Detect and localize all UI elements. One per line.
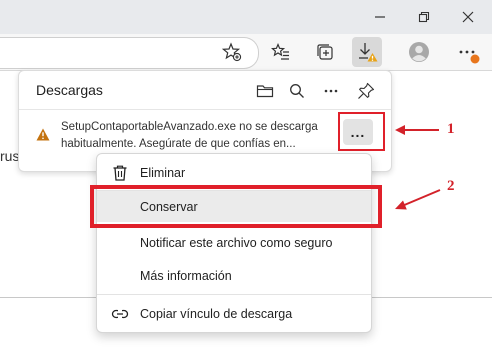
warning-icon	[36, 128, 50, 141]
favorite-add-icon	[222, 42, 242, 62]
download-context-menu: Eliminar Conservar Notificar este archiv…	[96, 153, 372, 333]
menu-item-notificar-seguro[interactable]: Notificar este archivo como seguro	[97, 228, 371, 258]
add-favorite-button[interactable]	[217, 37, 247, 67]
download-item-message-line1: SetupContaportableAvanzado.exe no se des…	[61, 121, 318, 133]
close-window-button[interactable]	[446, 0, 490, 34]
panel-divider	[19, 109, 391, 110]
favorites-icon	[271, 42, 289, 60]
downloads-more-button[interactable]	[319, 79, 343, 103]
restore-button[interactable]	[402, 0, 446, 34]
menu-divider	[97, 294, 371, 295]
pin-downloads-button[interactable]	[354, 79, 378, 103]
downloads-warning-icon	[359, 43, 378, 62]
folder-icon	[256, 85, 274, 98]
menu-item-mas-informacion[interactable]: Más información	[97, 261, 371, 291]
pin-icon	[358, 82, 375, 99]
close-icon	[462, 11, 474, 23]
warning-badge-icon	[470, 54, 480, 64]
annotation-label-2: 2	[447, 178, 455, 194]
profile-icon	[409, 42, 429, 62]
downloads-panel-title: Descargas	[36, 82, 103, 98]
minimize-button[interactable]	[358, 0, 402, 34]
collections-button[interactable]	[310, 37, 340, 67]
download-item-message-line2: habitualmente. Asegúrate de que confías …	[61, 138, 296, 150]
search-icon	[290, 84, 304, 98]
menu-item-copiar-vinculo[interactable]: Copiar vínculo de descarga	[97, 299, 371, 329]
minimize-icon	[375, 16, 385, 18]
menu-item-label: Más información	[140, 269, 232, 283]
menu-item-label: Copiar vínculo de descarga	[140, 307, 293, 321]
menu-item-label: Eliminar	[140, 166, 186, 180]
annotation-arrow-1	[395, 125, 439, 135]
menu-item-eliminar[interactable]: Eliminar	[97, 158, 371, 188]
downloads-button[interactable]	[352, 37, 382, 67]
open-folder-button[interactable]	[253, 79, 277, 103]
title-bar	[0, 0, 492, 34]
favorites-button[interactable]	[266, 37, 296, 67]
browser-toolbar	[0, 34, 492, 71]
profile-button[interactable]	[404, 37, 434, 67]
trash-icon	[113, 165, 127, 181]
link-icon	[111, 309, 129, 319]
more-icon	[324, 89, 338, 93]
search-downloads-button[interactable]	[285, 79, 309, 103]
restore-icon	[418, 11, 430, 23]
annotation-box-1	[338, 112, 385, 151]
annotation-label-1: 1	[447, 121, 455, 137]
annotation-box-2	[90, 185, 382, 228]
annotation-arrow-2	[395, 189, 441, 210]
page-partial-text: rus	[0, 148, 20, 164]
settings-more-button[interactable]	[452, 37, 482, 67]
menu-item-label: Notificar este archivo como seguro	[140, 236, 333, 250]
collections-icon	[317, 44, 333, 60]
